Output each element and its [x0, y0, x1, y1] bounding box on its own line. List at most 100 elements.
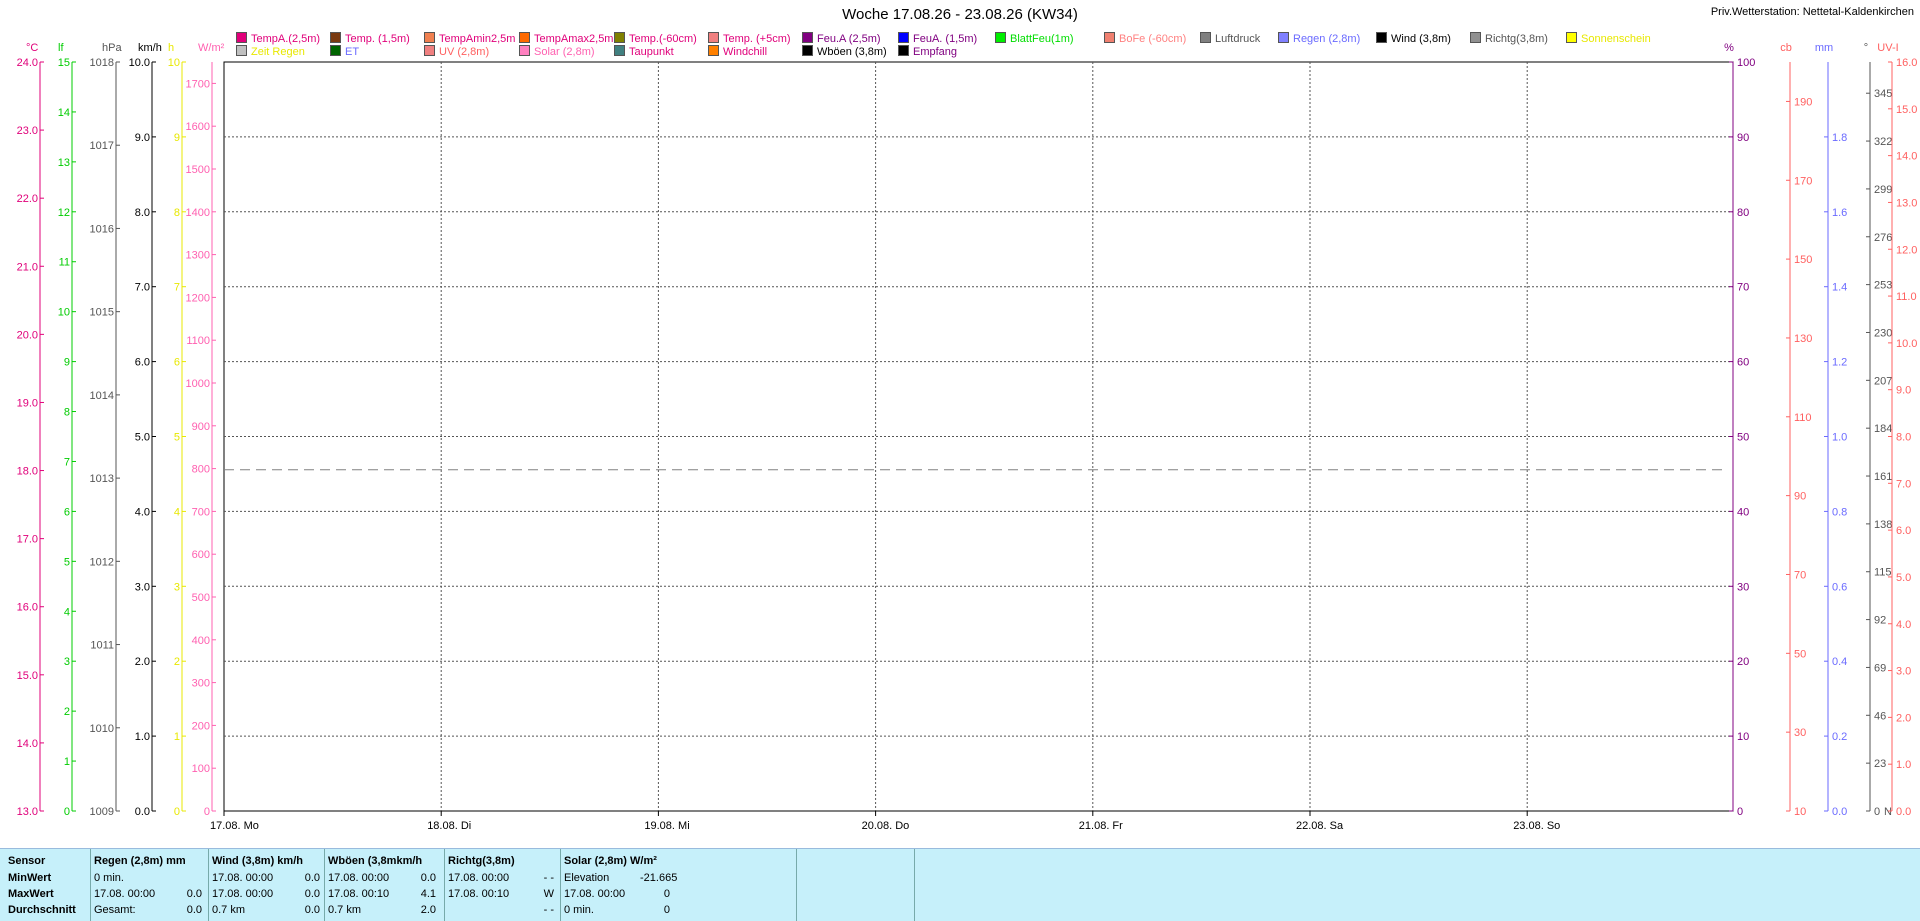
right-axis-tick-label: 100 — [1737, 57, 1755, 69]
right-axis-tick-label: 11.0 — [1896, 291, 1917, 303]
left-axis-tick-label: 300 — [192, 678, 210, 690]
stats-cell-value: 0 — [663, 888, 670, 900]
right-axis-tick-label: 90 — [1737, 132, 1749, 144]
right-axis-tick-label: 8.0 — [1896, 432, 1911, 444]
stats-column: Richtg(3,8m) 17.08. 00:00 - - 17.08. 00:10 W… — [444, 849, 561, 921]
stats-cell-label: 0 min. — [564, 904, 594, 916]
left-axis-tick-label: 20.0 — [17, 329, 38, 341]
stats-separator — [796, 849, 797, 921]
left-axis-tick-label: 1300 — [186, 250, 210, 262]
right-axis-unit: UV-I — [1877, 42, 1898, 54]
x-tick-label: 22.08. Sa — [1296, 820, 1344, 832]
stats-cell-label: 0.7 km — [212, 904, 246, 916]
stats-cell-label: 17.08. 00:10 — [448, 888, 510, 900]
right-axis-tick-label: 184 — [1874, 423, 1892, 435]
right-axis-tick-label: 161 — [1874, 471, 1892, 483]
left-axis-tick-label: 6 — [64, 506, 70, 518]
left-axis-tick-label: 3 — [64, 656, 70, 668]
stats-cell-label: 17.08. 00:00 — [564, 888, 626, 900]
left-axis-tick-label: 700 — [192, 506, 210, 518]
right-axis-unit: cb — [1780, 42, 1792, 54]
right-axis-tick-label: 1.2 — [1832, 357, 1847, 369]
right-axis-unit: ° — [1864, 42, 1868, 54]
left-axis-tick-label: 10.0 — [129, 57, 150, 69]
right-axis-tick-label: 10 — [1737, 731, 1749, 743]
right-axis-tick-label: 0.0 — [1896, 806, 1911, 818]
left-axis-tick-label: 0 — [204, 806, 210, 818]
right-axis-tick-label: 138 — [1874, 519, 1892, 531]
stats-cell-value: 0.0 — [186, 904, 202, 916]
right-axis-tick-label: 23 — [1874, 758, 1886, 770]
left-axis-tick-label: 4.0 — [135, 506, 150, 518]
right-axis-tick-label: 170 — [1794, 175, 1812, 187]
left-axis-tick-label: 4 — [174, 506, 180, 518]
left-axis-tick-label: 400 — [192, 635, 210, 647]
left-axis-tick-label: 1017 — [90, 140, 114, 152]
right-axis-tick-label: 40 — [1737, 506, 1749, 518]
right-axis-tick-label: 1.0 — [1896, 759, 1911, 771]
right-axis-tick-label: 16.0 — [1896, 57, 1917, 69]
right-axis-unit: % — [1724, 42, 1734, 54]
stats-label-avg: Durchschnitt — [8, 904, 76, 916]
left-axis-tick-label: 17.0 — [17, 534, 38, 546]
left-axis-unit: hPa — [102, 42, 122, 54]
right-axis-tick-label: 253 — [1874, 280, 1892, 292]
left-axis-unit: km/h — [138, 42, 162, 54]
left-axis-unit: °C — [26, 42, 38, 54]
right-axis-tick-label: 230 — [1874, 327, 1892, 339]
stats-column: Solar (2,8m) W/m² Elevation -21.665 17.08. … — [560, 849, 797, 921]
right-axis-tick-label: 1.4 — [1832, 282, 1847, 294]
right-axis-tick-label: 0.2 — [1832, 731, 1847, 743]
left-axis-tick-label: 16.0 — [17, 602, 38, 614]
left-axis-tick-label: 3 — [174, 581, 180, 593]
left-axis-tick-label: 2.0 — [135, 656, 150, 668]
x-tick-label: 19.08. Mi — [644, 820, 689, 832]
right-axis-tick-label: 190 — [1794, 96, 1812, 108]
stats-column-header: Solar (2,8m) W/m² — [564, 855, 657, 867]
right-axis-tick-label: 10 — [1794, 806, 1806, 818]
right-axis-tick-label: 3.0 — [1896, 666, 1911, 678]
right-axis-tick-label: 1.0 — [1832, 432, 1847, 444]
stats-separator — [914, 849, 915, 921]
stats-cell-label: 17.08. 00:00 — [94, 888, 156, 900]
left-axis-tick-label: 1016 — [90, 223, 114, 235]
stats-column-header: Wböen (3,8mkm/h — [328, 855, 423, 867]
left-axis-tick-label: 1 — [64, 756, 70, 768]
left-axis-tick-label: 10 — [168, 57, 180, 69]
right-axis-tick-label: 80 — [1737, 207, 1749, 219]
right-axis-tick-label: 4.0 — [1896, 619, 1911, 631]
left-axis-tick-label: 1009 — [90, 806, 114, 818]
right-axis-tick-label: 110 — [1794, 412, 1812, 424]
left-axis-tick-label: 7.0 — [135, 282, 150, 294]
left-axis-unit: h — [168, 42, 174, 54]
right-axis-tick-label: 14.0 — [1896, 151, 1917, 163]
left-axis-tick-label: 22.0 — [17, 193, 38, 205]
right-axis-tick-label: 207 — [1874, 375, 1892, 387]
right-axis-tick-label: 0.0 — [1832, 806, 1847, 818]
stats-cell-label: Elevation — [564, 872, 610, 884]
right-axis-tick-label: 1.8 — [1832, 132, 1847, 144]
stats-cell-label: 17.08. 00:10 — [328, 888, 390, 900]
stats-row-labels: Sensor MinWert MaxWert Durchschnitt — [0, 849, 91, 921]
right-axis-tick-label: 9.0 — [1896, 385, 1911, 397]
left-axis-tick-label: 12 — [58, 207, 70, 219]
right-axis-tick-label: 30 — [1737, 581, 1749, 593]
left-axis-tick-label: 1600 — [186, 121, 210, 133]
x-tick-label: 17.08. Mo — [210, 820, 259, 832]
left-axis-tick-label: 0 — [64, 806, 70, 818]
stats-cell-label: 17.08. 00:00 — [448, 872, 510, 884]
stats-column-header: Wind (3,8m) km/h — [212, 855, 303, 867]
right-axis-tick-label: 30 — [1794, 727, 1806, 739]
right-axis-tick-label: 0.8 — [1832, 506, 1847, 518]
left-axis-tick-label: 14 — [58, 107, 70, 119]
right-axis-tick-label: 10.0 — [1896, 338, 1917, 350]
left-axis-unit: lf — [58, 42, 64, 54]
x-tick-label: 23.08. So — [1513, 820, 1560, 832]
stats-panel: Sensor MinWert MaxWert Durchschnitt Rege… — [0, 848, 1920, 921]
left-axis-tick-label: 1000 — [186, 378, 210, 390]
left-axis-tick-label: 1.0 — [135, 731, 150, 743]
stats-cell-value: 0.0 — [304, 872, 320, 884]
x-tick-label: 21.08. Fr — [1079, 820, 1123, 832]
right-axis-tick-label: 299 — [1874, 184, 1892, 196]
right-axis-tick-label: 0.6 — [1832, 581, 1847, 593]
